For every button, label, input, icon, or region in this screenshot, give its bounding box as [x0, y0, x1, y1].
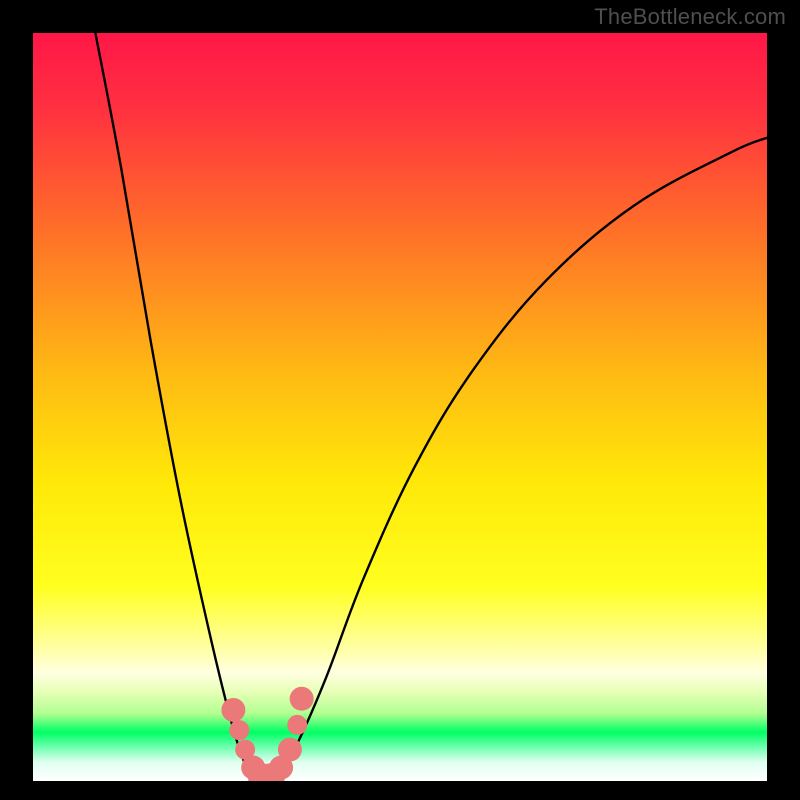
watermark-text: TheBottleneck.com: [594, 4, 786, 30]
plot-area: [33, 33, 767, 781]
curve-marker: [278, 738, 302, 762]
curve-marker: [229, 720, 249, 740]
curve-marker: [290, 687, 314, 711]
bottleneck-curve: [33, 33, 767, 781]
curve-markers: [221, 687, 313, 781]
curve-marker: [221, 698, 245, 722]
curve-marker: [287, 715, 307, 735]
chart-frame: TheBottleneck.com: [0, 0, 800, 800]
